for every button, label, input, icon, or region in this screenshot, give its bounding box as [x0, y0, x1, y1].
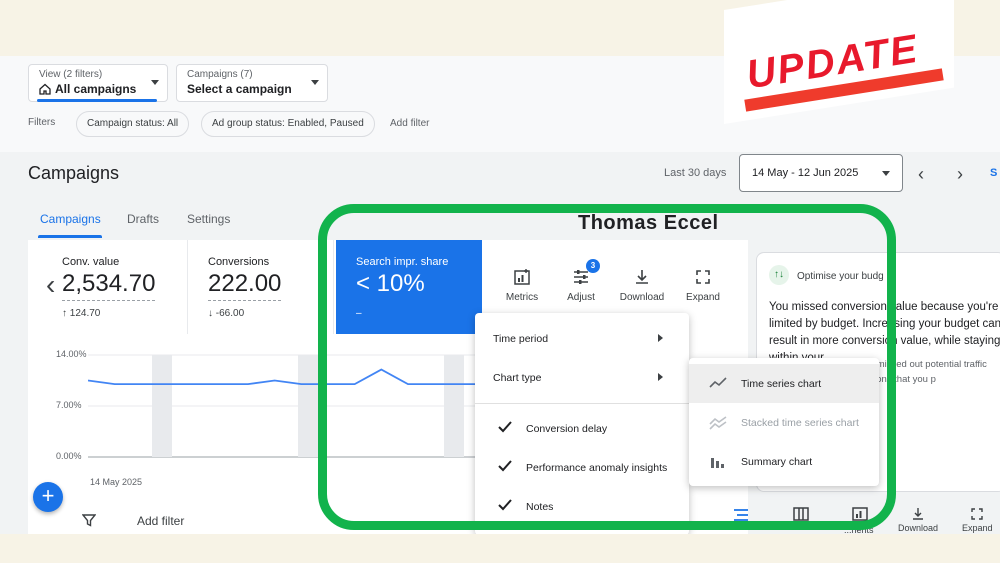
previous-period-icon[interactable]: ‹: [918, 164, 924, 185]
metric-label: Conv. value: [62, 256, 120, 268]
y-tick-label: 7.00%: [56, 400, 82, 410]
truncated-link[interactable]: S: [990, 167, 997, 179]
add-filter-link[interactable]: Add filter: [390, 118, 429, 129]
bottom-background-band: [0, 534, 1000, 563]
view-selector-label: View (2 filters): [39, 69, 103, 80]
date-range-label: Last 30 days: [664, 167, 727, 179]
chart-weekend-band: [298, 355, 318, 457]
metric-delta: ↑ 124.70: [62, 308, 101, 319]
campaign-selector-label: Campaigns (7): [187, 69, 253, 80]
author-watermark: Thomas Eccel: [578, 212, 719, 234]
home-icon: [39, 83, 51, 95]
date-range-picker[interactable]: 14 May - 12 Jun 2025: [739, 154, 903, 192]
bottom-download-button[interactable]: Download: [898, 507, 938, 533]
screenshot-frame: View (2 filters) All campaigns Campaigns…: [0, 0, 1000, 563]
filters-label: Filters: [28, 117, 56, 128]
active-tab-indicator: [38, 235, 102, 238]
tab-drafts[interactable]: Drafts: [127, 212, 159, 226]
chevron-down-icon: [151, 80, 159, 85]
campaign-selector[interactable]: Campaigns (7) Select a campaign: [176, 64, 328, 102]
chart-weekend-band: [152, 355, 172, 457]
filter-icon[interactable]: [82, 513, 96, 527]
add-button[interactable]: +: [33, 482, 63, 512]
chevron-left-icon[interactable]: ‹: [46, 269, 55, 301]
selector-underline: [37, 99, 157, 102]
page-title: Campaigns: [28, 163, 120, 183]
add-filter-bottom[interactable]: Add filter: [137, 514, 184, 528]
view-selector[interactable]: View (2 filters) All campaigns: [28, 64, 168, 102]
campaign-selector-value: Select a campaign: [187, 82, 292, 96]
metric-value: 222.00: [208, 270, 282, 301]
highlight-frame: [318, 204, 896, 530]
tab-settings[interactable]: Settings: [187, 212, 230, 226]
metric-delta: ↓ -66.00: [208, 308, 245, 319]
metric-card-conversions[interactable]: Conversions 222.00 ↓ -66.00: [188, 240, 334, 334]
next-period-icon[interactable]: ›: [957, 164, 963, 185]
date-range-value: 14 May - 12 Jun 2025: [752, 167, 859, 179]
y-tick-label: 0.00%: [56, 451, 82, 461]
view-selector-value: All campaigns: [55, 82, 137, 96]
update-banner: UPDATE: [724, 0, 954, 124]
x-tick-label: 14 May 2025: [90, 477, 143, 487]
chevron-down-icon: [882, 171, 890, 176]
metric-value: 2,534.70: [62, 270, 156, 301]
bottom-expand-label: Expand: [962, 523, 993, 533]
download-icon: [913, 508, 924, 520]
y-tick-label: 14.00%: [56, 349, 87, 359]
filter-chip-ad-group-status[interactable]: Ad group status: Enabled, Paused: [201, 111, 375, 137]
metric-label: Conversions: [208, 256, 270, 268]
filter-chip-campaign-status[interactable]: Campaign status: All: [76, 111, 190, 137]
expand-icon: [971, 508, 983, 520]
bottom-expand-button[interactable]: Expand: [962, 507, 993, 533]
bottom-download-label: Download: [898, 523, 939, 533]
tab-campaigns[interactable]: Campaigns: [40, 212, 101, 226]
chevron-down-icon: [311, 80, 319, 85]
